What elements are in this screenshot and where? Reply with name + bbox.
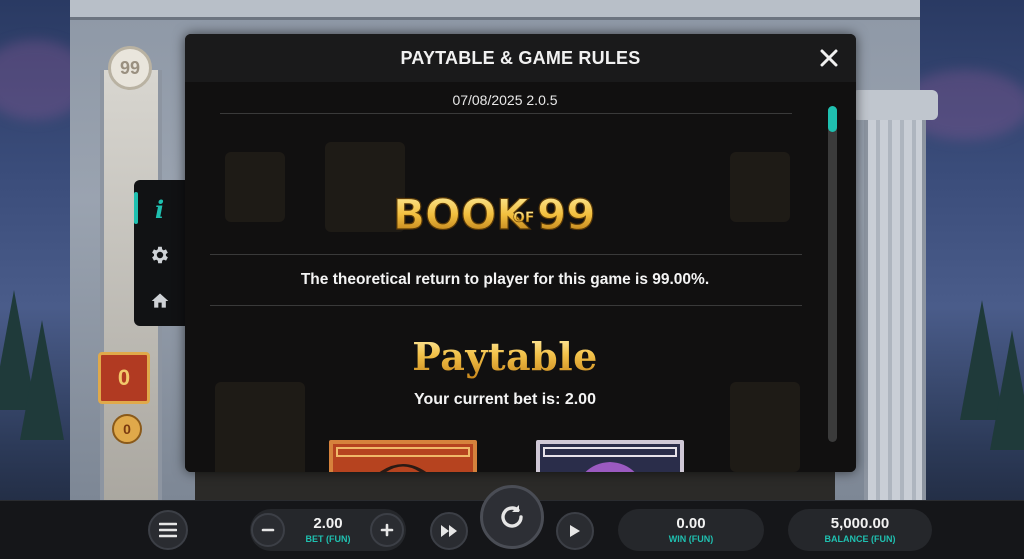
bonus-box: 0 bbox=[98, 352, 150, 404]
game-logo: BOOK OF 99 bbox=[392, 189, 596, 239]
info-icon: i bbox=[154, 194, 165, 224]
bet-label: BET (FUN) bbox=[305, 534, 351, 544]
bottom-control-bar: 2.00 BET (FUN) 0.00 WIN (FUN) 5,000.00 B… bbox=[0, 485, 1024, 559]
scrollbar-thumb[interactable] bbox=[828, 106, 837, 132]
symbol-card-hero bbox=[329, 440, 477, 472]
play-icon bbox=[570, 525, 580, 537]
increase-bet-button[interactable] bbox=[370, 513, 404, 547]
turbo-button[interactable] bbox=[430, 512, 468, 550]
close-button[interactable] bbox=[816, 45, 842, 71]
menu-button[interactable] bbox=[148, 510, 188, 550]
background-symbol bbox=[225, 152, 285, 222]
dialog-header: PAYTABLE & GAME RULES bbox=[185, 34, 856, 82]
spin-icon bbox=[501, 505, 523, 528]
symbol-card-heroine bbox=[536, 440, 684, 472]
bonus-box-text: 0 bbox=[117, 365, 131, 390]
side-menu: i bbox=[134, 180, 185, 326]
current-bet-text: Your current bet is: 2.00 bbox=[414, 391, 596, 408]
plus-icon bbox=[380, 523, 394, 537]
win-panel: 0.00 WIN (FUN) bbox=[618, 509, 764, 551]
temple-roof bbox=[70, 0, 920, 20]
version-text: 07/08/2025 2.0.5 bbox=[452, 92, 558, 108]
balance-value: 5,000.00 bbox=[830, 515, 890, 532]
emblem-text: 99 bbox=[119, 57, 141, 78]
svg-text:BOOK: BOOK bbox=[393, 190, 530, 239]
decrease-bet-button[interactable] bbox=[251, 513, 285, 547]
balance-label: BALANCE (FUN) bbox=[824, 534, 896, 544]
paytable-heading: Paytable bbox=[185, 334, 825, 379]
game-screen: 99 0 0 i PAYTABLE & GAME RULES 07/08/202… bbox=[0, 0, 1024, 559]
game-emblem: 99 bbox=[108, 46, 152, 90]
pillar bbox=[864, 120, 926, 559]
settings-button[interactable] bbox=[134, 232, 185, 278]
rtp-text: The theoretical return to player for thi… bbox=[300, 271, 710, 288]
dialog-title: PAYTABLE & GAME RULES bbox=[400, 47, 641, 68]
balance-panel: 5,000.00 BALANCE (FUN) bbox=[788, 509, 932, 551]
heroine-symbol-icon bbox=[540, 444, 680, 472]
bonus-coin-text: 0 bbox=[123, 421, 131, 437]
hero-symbol-icon bbox=[333, 444, 473, 472]
fast-forward-icon bbox=[441, 525, 457, 537]
dialog-body[interactable]: 07/08/2025 2.0.5 BOOK OF 99 The theoreti… bbox=[185, 82, 856, 472]
minus-icon bbox=[261, 528, 275, 532]
bet-value: 2.00 bbox=[313, 515, 343, 532]
home-icon bbox=[151, 293, 168, 308]
svg-text:OF: OF bbox=[513, 210, 534, 226]
win-label: WIN (FUN) bbox=[668, 534, 714, 544]
info-button[interactable]: i bbox=[134, 186, 185, 232]
divider bbox=[220, 113, 792, 114]
background-symbol bbox=[730, 152, 790, 222]
gear-icon bbox=[151, 246, 168, 264]
win-value: 0.00 bbox=[676, 515, 706, 532]
hamburger-menu-icon bbox=[159, 522, 177, 538]
tree bbox=[990, 330, 1024, 450]
home-button[interactable] bbox=[134, 278, 185, 324]
pillar-capital bbox=[852, 90, 938, 120]
spin-button[interactable] bbox=[480, 485, 544, 549]
close-icon bbox=[820, 49, 838, 67]
divider bbox=[210, 305, 802, 306]
autoplay-button[interactable] bbox=[556, 512, 594, 550]
tree bbox=[20, 320, 64, 440]
bonus-coin: 0 bbox=[112, 414, 142, 444]
divider bbox=[210, 254, 802, 255]
scrollbar[interactable] bbox=[828, 106, 837, 442]
paytable-dialog: PAYTABLE & GAME RULES 07/08/2025 2.0.5 B… bbox=[185, 34, 856, 472]
svg-text:99: 99 bbox=[537, 190, 595, 239]
